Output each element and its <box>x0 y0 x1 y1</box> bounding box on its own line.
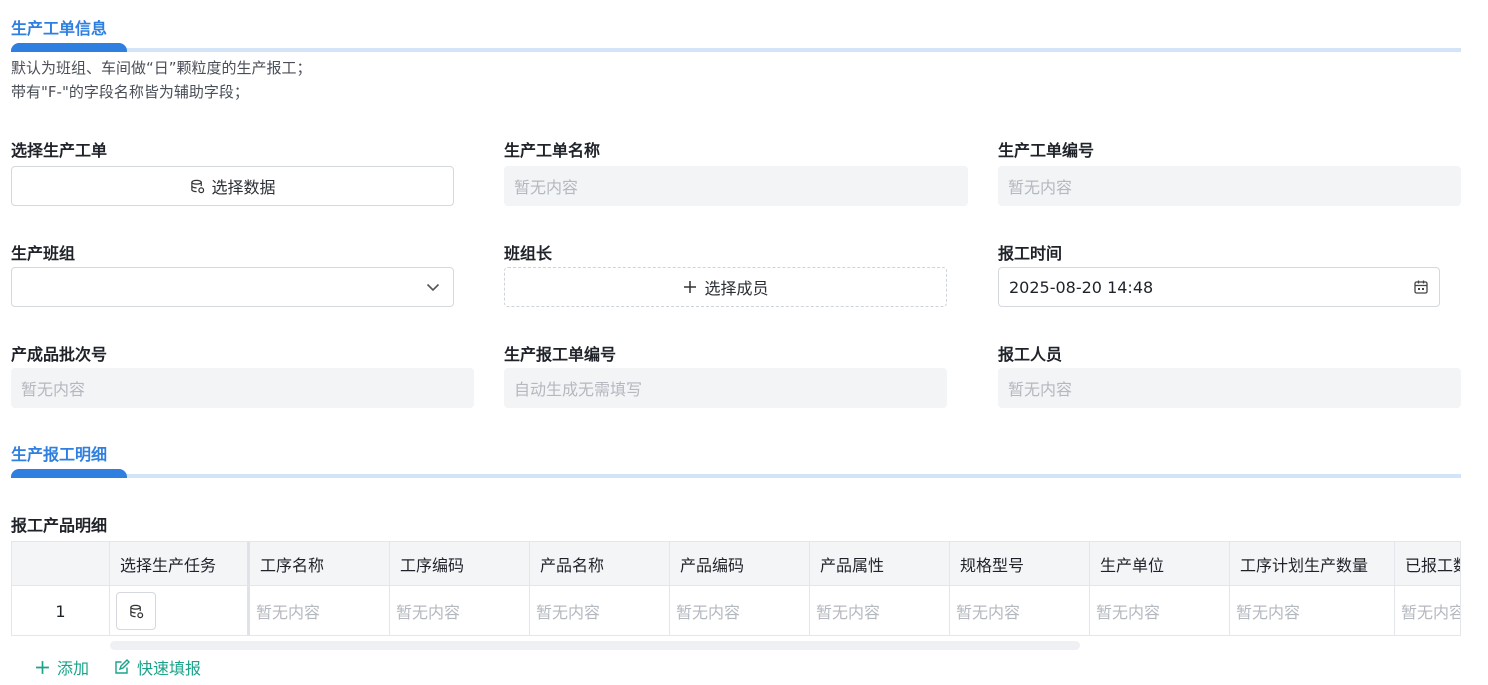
row-index: 1 <box>12 586 110 635</box>
select-member-button[interactable]: 选择成员 <box>504 267 947 307</box>
edit-icon <box>113 658 131 676</box>
batch-no-field: 暂无内容 <box>11 368 474 408</box>
report-no-label: 生产报工单编号 <box>504 345 617 364</box>
reporter-label: 报工人员 <box>998 345 1063 364</box>
header-product-code: 产品编码 <box>670 542 810 585</box>
calendar-icon <box>1413 279 1429 295</box>
header-spec-model: 规格型号 <box>950 542 1090 585</box>
header-reported-qty: 已报工数 <box>1395 542 1460 585</box>
section-title-report-detail: 生产报工明细 <box>11 445 108 464</box>
report-time-picker[interactable]: 2025-08-20 14:48 <box>998 267 1440 307</box>
header-select-task: 选择生产任务 <box>110 542 250 585</box>
row-planned-qty: 暂无内容 <box>1230 586 1395 635</box>
header-product-attr: 产品属性 <box>810 542 950 585</box>
table-row: 1 暂无内容 暂无内容 暂无内容 暂无内容 暂无内容 暂无内容 暂无内容 暂无内… <box>12 586 1460 635</box>
select-task-button[interactable] <box>116 592 156 630</box>
row-product-code: 暂无内容 <box>670 586 810 635</box>
team-label: 生产班组 <box>11 244 76 263</box>
order-no-field: 暂无内容 <box>998 166 1461 206</box>
header-process-name: 工序名称 <box>250 542 390 585</box>
row-process-code: 暂无内容 <box>390 586 530 635</box>
description-line-2: 带有"F-"的字段名称皆为辅助字段； <box>11 83 249 101</box>
batch-no-label: 产成品批次号 <box>11 345 108 364</box>
row-unit: 暂无内容 <box>1090 586 1230 635</box>
header-product-name: 产品名称 <box>530 542 670 585</box>
header-unit: 生产单位 <box>1090 542 1230 585</box>
quick-fill-button[interactable]: 快速填报 <box>113 655 201 679</box>
quick-fill-label: 快速填报 <box>137 659 202 678</box>
header-index <box>12 542 110 585</box>
row-process-name: 暂无内容 <box>250 586 390 635</box>
row-select-task-cell <box>110 586 250 635</box>
report-no-field: 自动生成无需填写 <box>504 368 947 408</box>
database-icon <box>129 604 143 618</box>
chevron-down-icon <box>425 279 441 295</box>
table-horizontal-scrollbar[interactable] <box>110 641 1080 650</box>
order-name-field: 暂无内容 <box>504 166 968 206</box>
database-icon <box>189 178 205 194</box>
order-name-label: 生产工单名称 <box>504 141 601 160</box>
add-row-button[interactable]: 添加 <box>33 655 89 679</box>
row-product-attr: 暂无内容 <box>810 586 950 635</box>
team-select[interactable] <box>11 267 454 307</box>
add-row-label: 添加 <box>57 659 90 678</box>
header-process-code: 工序编码 <box>390 542 530 585</box>
section-divider <box>11 43 1461 52</box>
section-title-order-info: 生产工单信息 <box>11 19 108 38</box>
team-leader-label: 班组长 <box>504 244 553 263</box>
report-time-value: 2025-08-20 14:48 <box>1009 277 1154 297</box>
row-spec-model: 暂无内容 <box>950 586 1090 635</box>
section-divider <box>11 469 1461 478</box>
description-line-1: 默认为班组、车间做“日”颗粒度的生产报工； <box>11 59 312 77</box>
row-product-name: 暂无内容 <box>530 586 670 635</box>
row-reported-qty: 暂无内容 <box>1395 586 1460 635</box>
reporter-field: 暂无内容 <box>998 368 1461 408</box>
plus-icon <box>682 279 698 295</box>
plus-icon <box>33 658 51 676</box>
report-time-label: 报工时间 <box>998 244 1063 263</box>
select-order-label: 选择生产工单 <box>11 141 108 160</box>
order-no-label: 生产工单编号 <box>998 141 1095 160</box>
detail-table: 选择生产任务 工序名称 工序编码 产品名称 产品编码 产品属性 规格型号 生产单… <box>11 541 1461 636</box>
detail-table-label: 报工产品明细 <box>11 516 108 535</box>
select-data-button[interactable]: 选择数据 <box>11 166 454 206</box>
header-planned-qty: 工序计划生产数量 <box>1230 542 1395 585</box>
table-header: 选择生产任务 工序名称 工序编码 产品名称 产品编码 产品属性 规格型号 生产单… <box>12 542 1460 586</box>
select-member-label: 选择成员 <box>704 279 769 298</box>
select-data-label: 选择数据 <box>211 178 276 197</box>
